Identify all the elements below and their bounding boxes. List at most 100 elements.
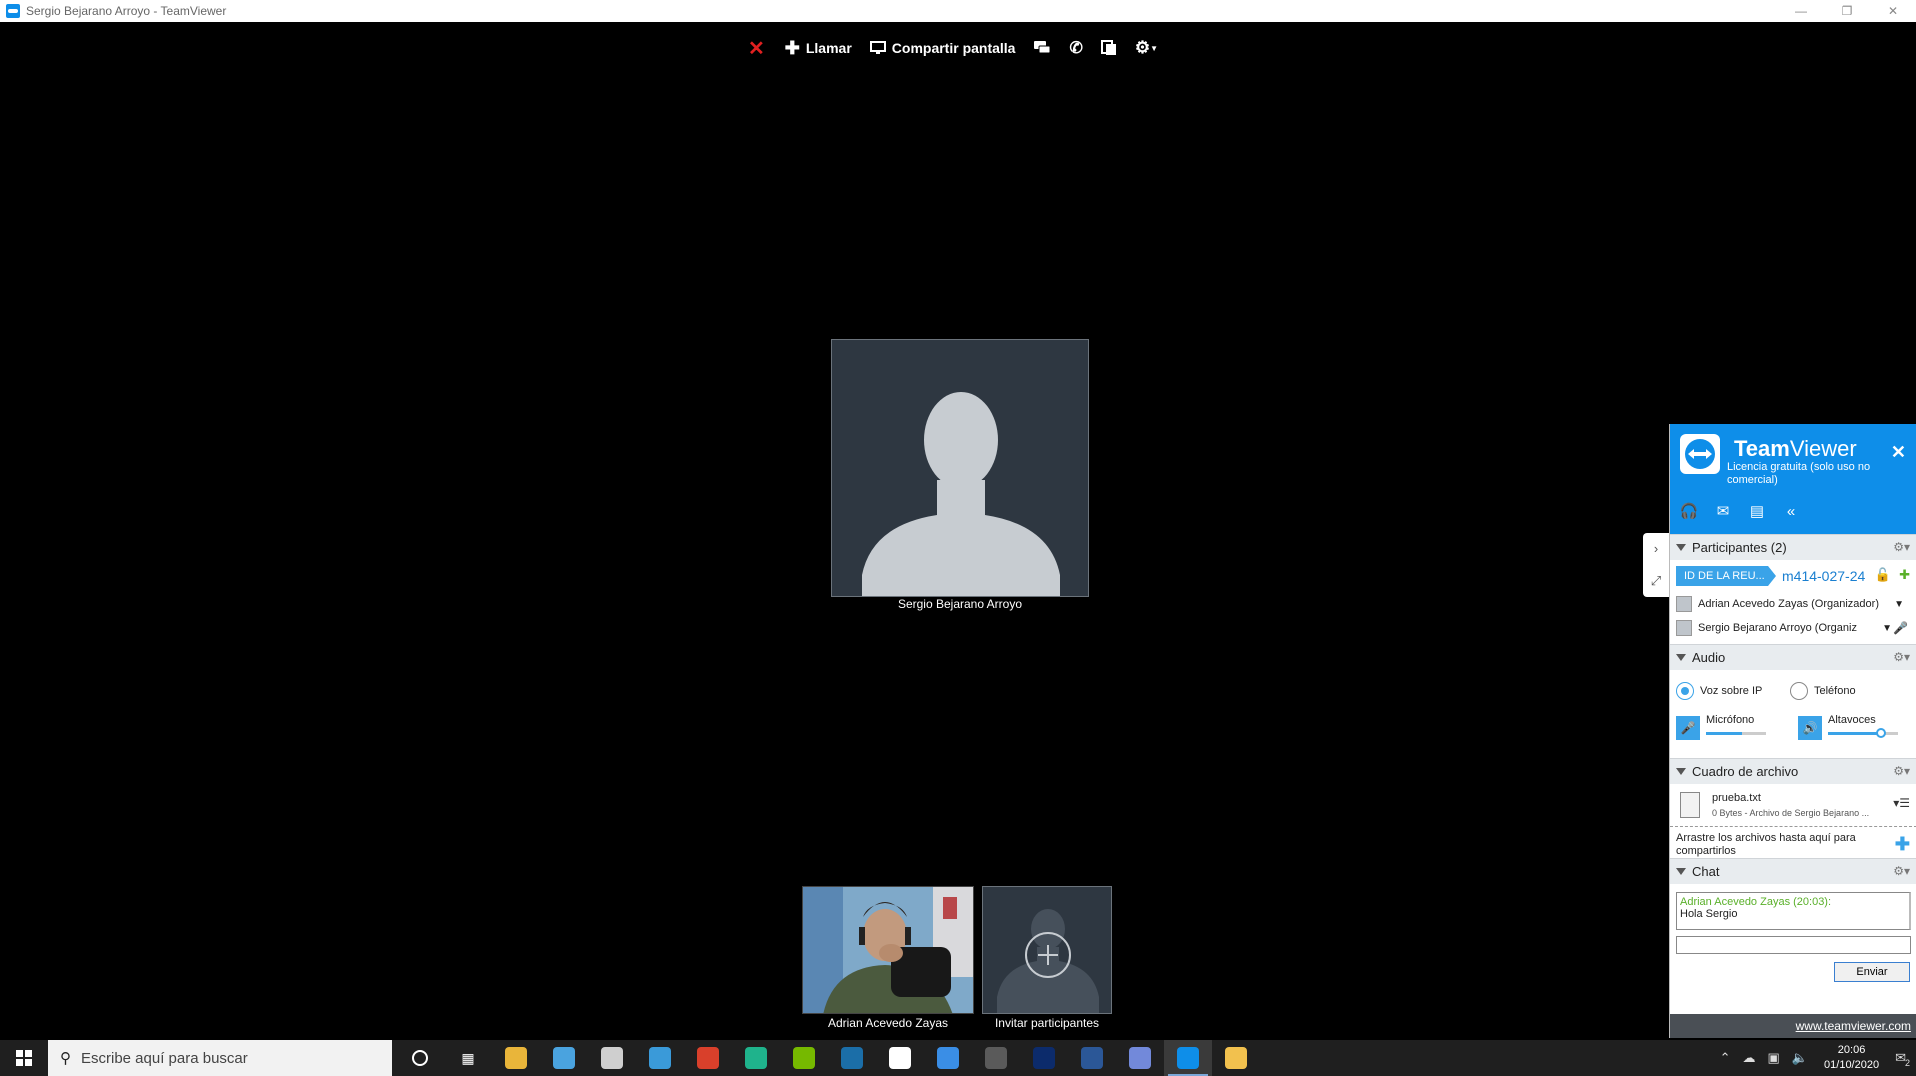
taskbar-search-box[interactable]: ⚲ Escribe aquí para buscar [48,1040,392,1076]
file-box-section-header[interactable]: Cuadro de archivo ⚙▾ [1670,758,1916,784]
taskbar-app-greenshot[interactable] [924,1040,972,1076]
invite-participants-tile[interactable] [982,886,1112,1014]
gear-icon: ⚙ [1134,38,1151,57]
speaker-volume-slider[interactable] [1828,728,1898,738]
taskbar-app-file-explorer[interactable] [1212,1040,1260,1076]
taskbar-app-obs[interactable] [588,1040,636,1076]
chat-bubbles-icon[interactable]: ✉ [1714,502,1732,520]
add-user-icon[interactable]: ✚ [1899,567,1910,583]
panel-side-handle[interactable]: › ⤢ [1643,533,1669,597]
meeting-id-tag[interactable]: ID DE LA REU... [1676,566,1776,586]
chat-toolbar-button[interactable] [1033,34,1051,62]
participant-row[interactable]: Sergio Bejarano Arroyo (Organiz ▼ 🎤 [1670,616,1916,640]
headset-icon[interactable]: 🎧 [1680,502,1699,520]
participants-section-header[interactable]: Participantes (2) ⚙▾ [1670,534,1916,560]
file-explorer-icon [1225,1047,1247,1069]
file-drop-hint: Arrastre los archivos hasta aquí para co… [1676,832,1856,857]
panel-quick-icons: 🎧 ✉ ▤ « [1680,502,1800,521]
discord-icon [1129,1047,1151,1069]
file-menu-icon[interactable]: ▾☰ [1893,796,1910,810]
main-participant-tile[interactable] [831,339,1089,597]
chat-sender: Adrian Acevedo Zayas (20:03): [1680,896,1832,908]
gear-icon[interactable]: ⚙▾ [1893,764,1910,778]
audio-header-label: Audio [1692,650,1726,665]
minimize-button[interactable]: — [1778,0,1824,22]
license-text: Licencia gratuita (solo uso no comercial… [1727,461,1871,486]
restore-button[interactable]: ❐ [1824,0,1870,22]
slider-knob[interactable] [1875,728,1886,738]
meeting-actions: 🔓 ✚ [1875,567,1910,583]
gear-icon[interactable]: ⚙▾ [1893,864,1910,878]
task-view-button[interactable]: ▦ [444,1040,492,1076]
taskbar-app-gitkraken[interactable] [732,1040,780,1076]
chevron-up-icon[interactable]: ⌃ [1720,1050,1731,1066]
notifications-icon[interactable]: ✉ 2 [1895,1050,1910,1068]
fullscreen-icon[interactable]: ⤢ [1651,573,1661,589]
window-controls: — ❐ ✕ [1778,0,1916,22]
files-icon[interactable]: ▤ [1748,502,1766,520]
chat-header-label: Chat [1692,864,1720,879]
end-meeting-button[interactable]: ✕ [748,34,765,62]
phone-label: Teléfono [1814,685,1856,697]
file-name[interactable]: prueba.txt [1712,792,1761,804]
lock-icon[interactable]: 🔓 [1875,567,1891,583]
taskbar-app-terminal[interactable] [972,1040,1020,1076]
panel-close-button[interactable]: ✕ [1891,442,1906,463]
send-button[interactable]: Enviar [1834,962,1910,982]
chat-bubbles-icon [1034,41,1051,54]
participant-row[interactable]: Adrian Acevedo Zayas (Organizador) ▼ [1670,592,1916,616]
cortana-button[interactable] [396,1040,444,1076]
teamviewer-website-link[interactable]: www.teamviewer.com [1670,1014,1916,1038]
task-view-icon: ▦ [461,1049,475,1066]
phone-toolbar-button[interactable]: ✆ [1069,34,1082,62]
speaker-toggle-button[interactable]: 🔊 [1798,716,1822,740]
taskbar-app-chrome[interactable] [492,1040,540,1076]
chevron-down-icon[interactable]: ▼ [1894,599,1904,610]
taskbar-app-uplay[interactable] [876,1040,924,1076]
collapse-triangle-icon [1676,654,1686,661]
chevron-right-icon[interactable]: › [1654,541,1658,556]
monitor-icon [869,41,886,54]
voip-radio[interactable] [1676,682,1694,700]
search-icon: ⚲ [60,1050,71,1067]
taskbar-app-filezilla[interactable] [684,1040,732,1076]
network-share-icon [553,1047,575,1069]
files-toolbar-button[interactable] [1100,34,1117,62]
chevron-down-icon[interactable]: ▼ [1882,623,1892,634]
taskbar-apps: ▦ [396,1040,1260,1076]
taskbar-app-steam[interactable] [828,1040,876,1076]
taskbar-app-discord[interactable] [1116,1040,1164,1076]
chat-input[interactable] [1676,936,1911,954]
chat-area: Adrian Acevedo Zayas (20:03): Hola Sergi… [1670,884,1916,998]
volume-icon[interactable]: 🔈 [1792,1050,1808,1066]
windows-logo-icon [16,1050,32,1066]
gear-icon[interactable]: ⚙▾ [1893,540,1910,554]
taskbar-app-teamviewer[interactable] [1164,1040,1212,1076]
taskbar-app-nvidia[interactable] [780,1040,828,1076]
taskbar-app-photoshop[interactable] [1020,1040,1068,1076]
microphone-toggle-button[interactable]: 🎤 [1676,716,1700,740]
add-file-icon[interactable]: ✚ [1895,834,1910,855]
file-box-header-label: Cuadro de archivo [1692,764,1799,779]
network-icon[interactable]: ☁ [1743,1050,1756,1066]
collapse-double-chevron-icon[interactable]: « [1782,502,1800,520]
chat-section-header[interactable]: Chat ⚙▾ [1670,858,1916,884]
microphone-icon: 🎤 [1893,621,1908,635]
settings-toolbar-button[interactable]: ⚙ ▼ [1135,34,1158,62]
camera-video-tile[interactable] [802,886,974,1014]
start-button[interactable] [0,1040,48,1076]
taskbar-app-photos[interactable] [636,1040,684,1076]
audio-section-header[interactable]: Audio ⚙▾ [1670,644,1916,670]
obs-icon [601,1047,623,1069]
device-icon[interactable]: ▣ [1768,1050,1780,1066]
clock[interactable]: 20:06 01/10/2020 [1824,1043,1879,1073]
gear-icon[interactable]: ⚙▾ [1893,650,1910,664]
text-file-icon [1680,792,1700,818]
close-window-button[interactable]: ✕ [1870,0,1916,22]
share-screen-button[interactable]: Compartir pantalla [869,34,1015,62]
call-button[interactable]: ✚ Llamar [785,34,852,62]
screen: Sergio Bejarano Arroyo - TeamViewer — ❐ … [0,0,1916,1076]
taskbar-app-network-share[interactable] [540,1040,588,1076]
phone-radio[interactable] [1790,682,1808,700]
taskbar-app-word[interactable] [1068,1040,1116,1076]
